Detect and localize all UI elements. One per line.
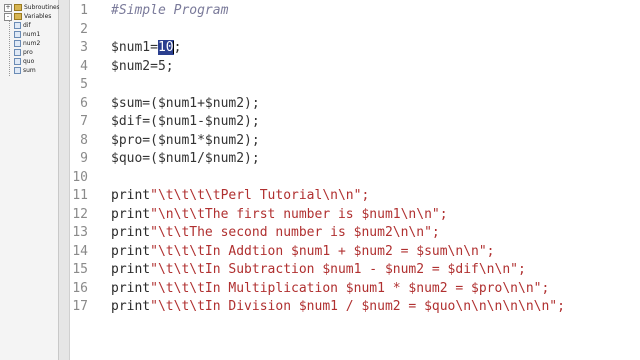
code-line[interactable]: $num1=10; [111,40,181,55]
code-token: "\t\t\t\tPerl Tutorial\n\n"; [150,188,370,203]
code-line[interactable]: $pro=($num1*$num2); [111,133,260,148]
symbol-tree-panel[interactable]: + Subroutines - Variables dif num1 num2 pro quo s… [0,0,60,360]
code-token: $num1= [111,40,158,55]
line-number: 16 [72,280,88,296]
line-number: 12 [72,206,88,222]
code-line[interactable]: print"\t\t\tIn Multiplication $num1 * $n… [111,281,549,296]
code-token: "\n\t\tThe first number is $num1\n\n"; [150,206,448,222]
line-number: 14 [72,243,88,259]
tree-item-label: quo [23,58,35,65]
code-line[interactable]: $num2=5; [111,59,174,74]
variable-icon [14,31,21,38]
code-token: ; [173,40,182,55]
variable-icon [14,67,21,74]
line-number: 2 [80,21,88,37]
variable-icon [14,22,21,29]
line-number: 15 [72,262,88,277]
code-line[interactable]: #Simple Program [111,3,228,18]
code-token: print [111,262,151,277]
folder-icon [14,4,22,11]
code-token: $pro=($num1*$num2); [111,132,260,148]
tree-item-sum[interactable]: sum [14,66,36,75]
code-token: $num2=5; [111,58,174,74]
editor-gutter [59,0,70,360]
line-number: 4 [80,58,88,74]
code-token: $quo=($num1/$num2); [111,151,260,166]
folder-icon [14,13,22,20]
code-token: print [111,225,151,240]
tree-item-quo[interactable]: quo [14,57,34,66]
code-line[interactable]: $sum=($num1+$num2); [111,96,260,111]
code-token: print [111,243,151,259]
tree-item-label: Subroutines [24,4,60,11]
code-token: "\t\t\tIn Division $num1 / $num2 = $quo\… [150,299,565,314]
line-number: 1 [80,3,88,18]
tree-item-label: pro [23,49,33,56]
code-token: "\t\t\tIn Multiplication $num1 * $num2 =… [150,280,550,296]
line-number: 3 [80,40,88,55]
line-number: 8 [80,132,88,148]
code-token: print [111,206,151,222]
code-line[interactable]: print"\t\t\t\tPerl Tutorial\n\n"; [111,188,369,203]
variable-icon [14,58,21,65]
variable-icon [14,40,21,47]
code-line[interactable]: print"\t\t\tIn Division $num1 / $num2 = … [111,299,565,314]
code-line[interactable]: print"\n\t\tThe first number is $num1\n\… [111,207,448,222]
line-number: 17 [72,299,88,314]
code-line[interactable]: $dif=($num1-$num2); [111,114,260,129]
line-number: 5 [80,77,88,92]
code-token: $dif=($num1-$num2); [111,114,260,129]
code-line[interactable]: $quo=($num1/$num2); [111,151,260,166]
selected-text: 10 [157,40,174,55]
line-number: 10 [72,169,88,185]
tree-item-pro[interactable]: pro [14,48,33,57]
line-number: 6 [80,95,88,111]
code-line[interactable]: print"\t\tThe second number is $num2\n\n… [111,225,440,240]
line-number: 11 [72,188,88,203]
tree-item-label: num2 [23,40,41,47]
code-token: print [111,280,151,296]
line-number: 9 [80,151,88,166]
tree-guide-line [9,18,11,76]
tree-item-num1[interactable]: num1 [14,30,40,39]
expander-icon[interactable]: - [4,12,12,21]
code-token: #Simple Program [111,3,229,18]
line-number: 13 [72,225,88,240]
code-line[interactable]: print"\t\t\tIn Addtion $num1 + $num2 = $… [111,244,495,259]
expander-icon[interactable]: + [4,3,12,12]
tree-item-variables[interactable]: - Variables [4,12,51,21]
tree-item-label: Variables [24,13,52,20]
code-token: print [111,188,151,203]
variable-icon [14,49,21,56]
code-token: "\t\t\tIn Addtion $num1 + $num2 = $sum\n… [150,243,495,259]
tree-item-label: num1 [23,31,41,38]
tree-item-subroutines[interactable]: + Subroutines [4,3,60,12]
tree-item-dif[interactable]: dif [14,21,31,30]
line-number: 7 [80,114,88,129]
code-line[interactable]: print"\t\t\tIn Subtraction $num1 - $num2… [111,262,526,277]
tree-item-num2[interactable]: num2 [14,39,40,48]
code-token: "\t\t\tIn Subtraction $num1 - $num2 = $d… [150,262,526,277]
tree-item-label: sum [23,67,36,74]
code-token: "\t\tThe second number is $num2\n\n"; [150,225,440,240]
tree-item-label: dif [23,22,31,29]
code-token: print [111,299,151,314]
code-token: $sum=($num1+$num2); [111,95,260,111]
